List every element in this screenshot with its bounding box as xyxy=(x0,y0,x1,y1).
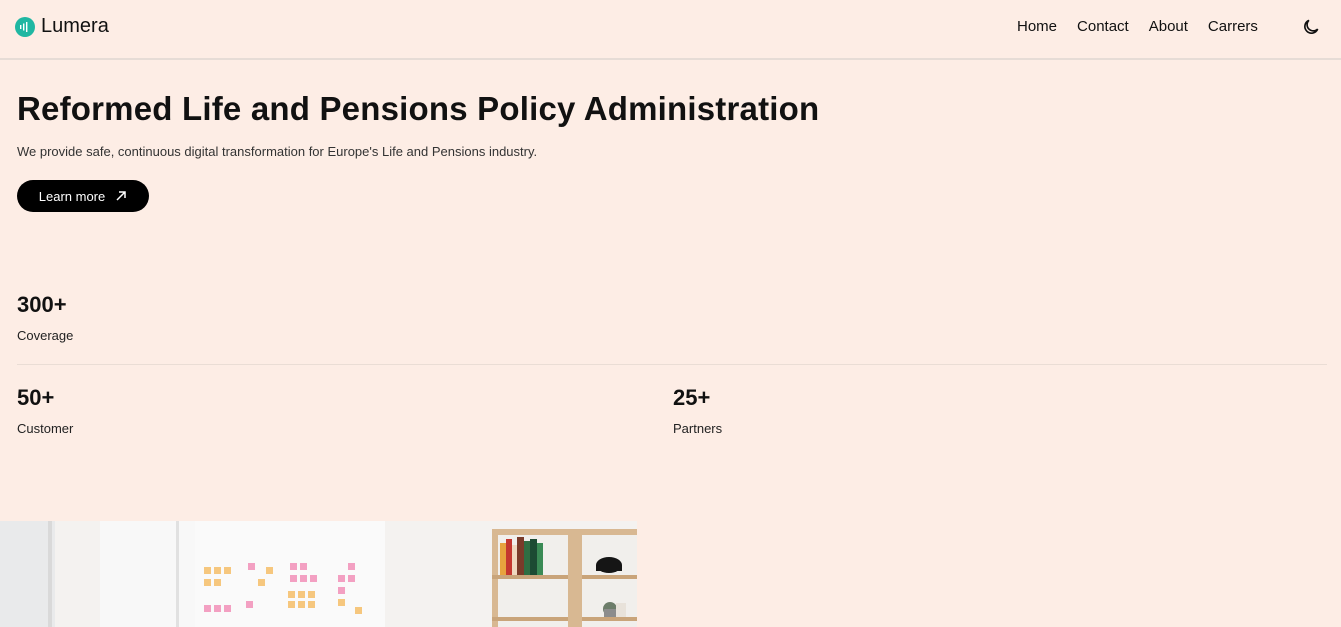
moon-icon[interactable] xyxy=(1301,17,1321,37)
office-photo xyxy=(0,521,637,627)
arrow-up-right-icon xyxy=(116,191,126,201)
learn-more-label: Learn more xyxy=(38,188,106,204)
learn-more-button[interactable]: Learn more xyxy=(17,180,149,212)
stat-customer-label: Customer xyxy=(17,421,74,436)
nav-home[interactable]: Home xyxy=(1017,18,1057,35)
main-nav: Home Contact About Carrers xyxy=(1017,18,1278,35)
site-header: Lumera Home Contact About Carrers xyxy=(0,0,1341,60)
hero-title: Reformed Life and Pensions Policy Admini… xyxy=(17,90,820,127)
stat-customer-value: 50+ xyxy=(17,385,55,410)
nav-contact[interactable]: Contact xyxy=(1077,18,1129,35)
brand-name: Lumera xyxy=(41,15,109,37)
stat-partners-value: 25+ xyxy=(673,385,711,410)
stats-divider xyxy=(17,364,1327,365)
brand[interactable]: Lumera xyxy=(15,15,109,38)
hero-subtitle: We provide safe, continuous digital tran… xyxy=(17,144,538,159)
sound-wave-icon xyxy=(15,16,35,37)
nav-about[interactable]: About xyxy=(1149,18,1188,35)
nav-careers[interactable]: Carrers xyxy=(1208,18,1258,35)
stat-coverage-label: Coverage xyxy=(17,328,74,343)
stat-coverage-value: 300+ xyxy=(17,292,67,317)
stat-partners-label: Partners xyxy=(673,421,723,436)
